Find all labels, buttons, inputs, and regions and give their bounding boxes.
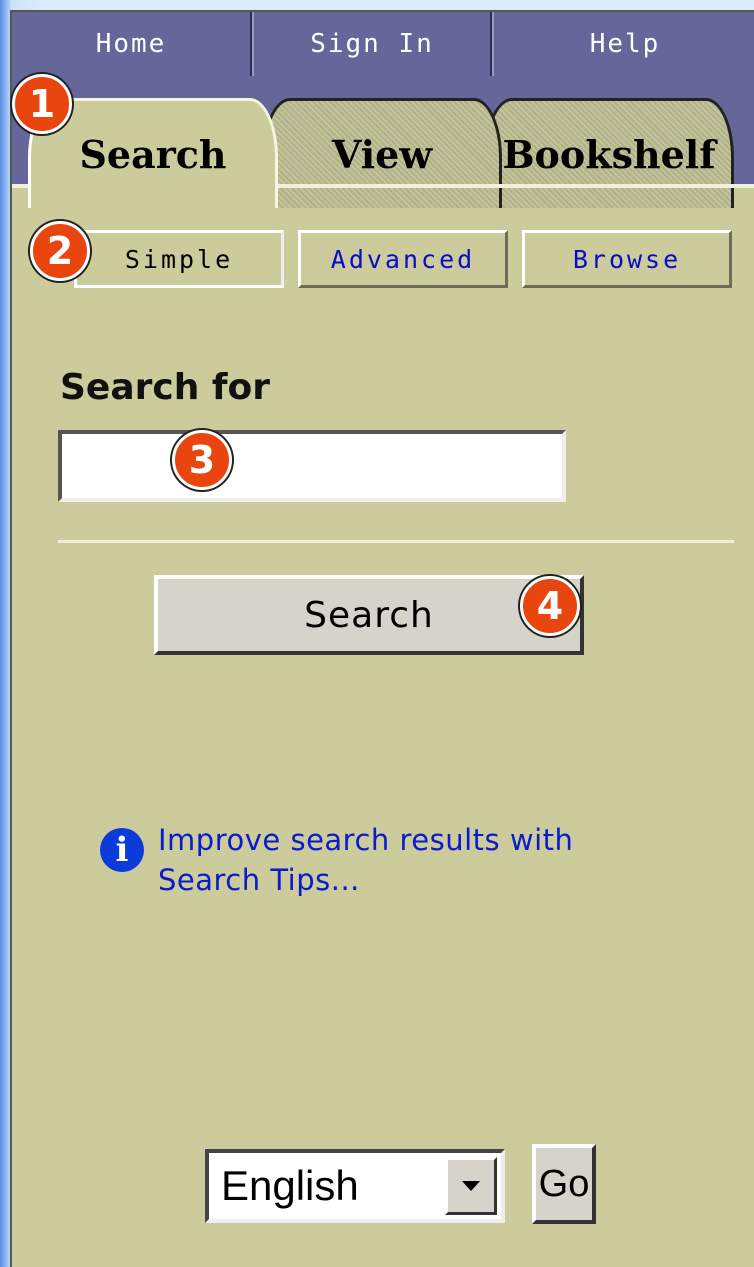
callout-badge-4: 4	[520, 576, 580, 636]
search-tips-link[interactable]: Improve search results with Search Tips.…	[158, 820, 573, 900]
tab-strip: Bookshelf View Search	[12, 76, 754, 208]
callout-badge-3: 3	[172, 430, 232, 490]
callout-badge-2: 2	[30, 221, 90, 281]
nav-sign-in[interactable]: Sign In	[254, 12, 490, 76]
tab-view[interactable]: View	[262, 98, 502, 208]
subtab-advanced[interactable]: Advanced	[298, 230, 508, 288]
search-tips[interactable]: i Improve search results with Search Tip…	[100, 820, 573, 900]
search-button[interactable]: Search	[154, 575, 584, 655]
dropdown-arrow-icon[interactable]	[445, 1157, 497, 1215]
subtab-browse[interactable]: Browse	[522, 230, 732, 288]
nav-help[interactable]: Help	[494, 12, 754, 76]
tips-line-2[interactable]: Search Tips...	[158, 860, 573, 900]
callout-badge-1: 1	[12, 74, 72, 134]
info-icon: i	[100, 828, 144, 872]
divider	[58, 540, 734, 543]
search-label: Search for	[60, 367, 271, 408]
nav-home[interactable]: Home	[12, 12, 250, 76]
tips-line-1[interactable]: Improve search results with	[158, 820, 573, 860]
search-input[interactable]	[58, 430, 566, 502]
subtab-simple[interactable]: Simple	[74, 230, 284, 288]
go-button[interactable]: Go	[532, 1144, 596, 1224]
tab-bookshelf[interactable]: Bookshelf	[484, 98, 734, 208]
sidebar-panel: Home Sign In Help Bookshelf View Search …	[10, 10, 754, 1267]
top-nav: Home Sign In Help	[12, 12, 754, 76]
language-select[interactable]: English	[205, 1149, 505, 1223]
language-value[interactable]: English	[209, 1162, 445, 1210]
